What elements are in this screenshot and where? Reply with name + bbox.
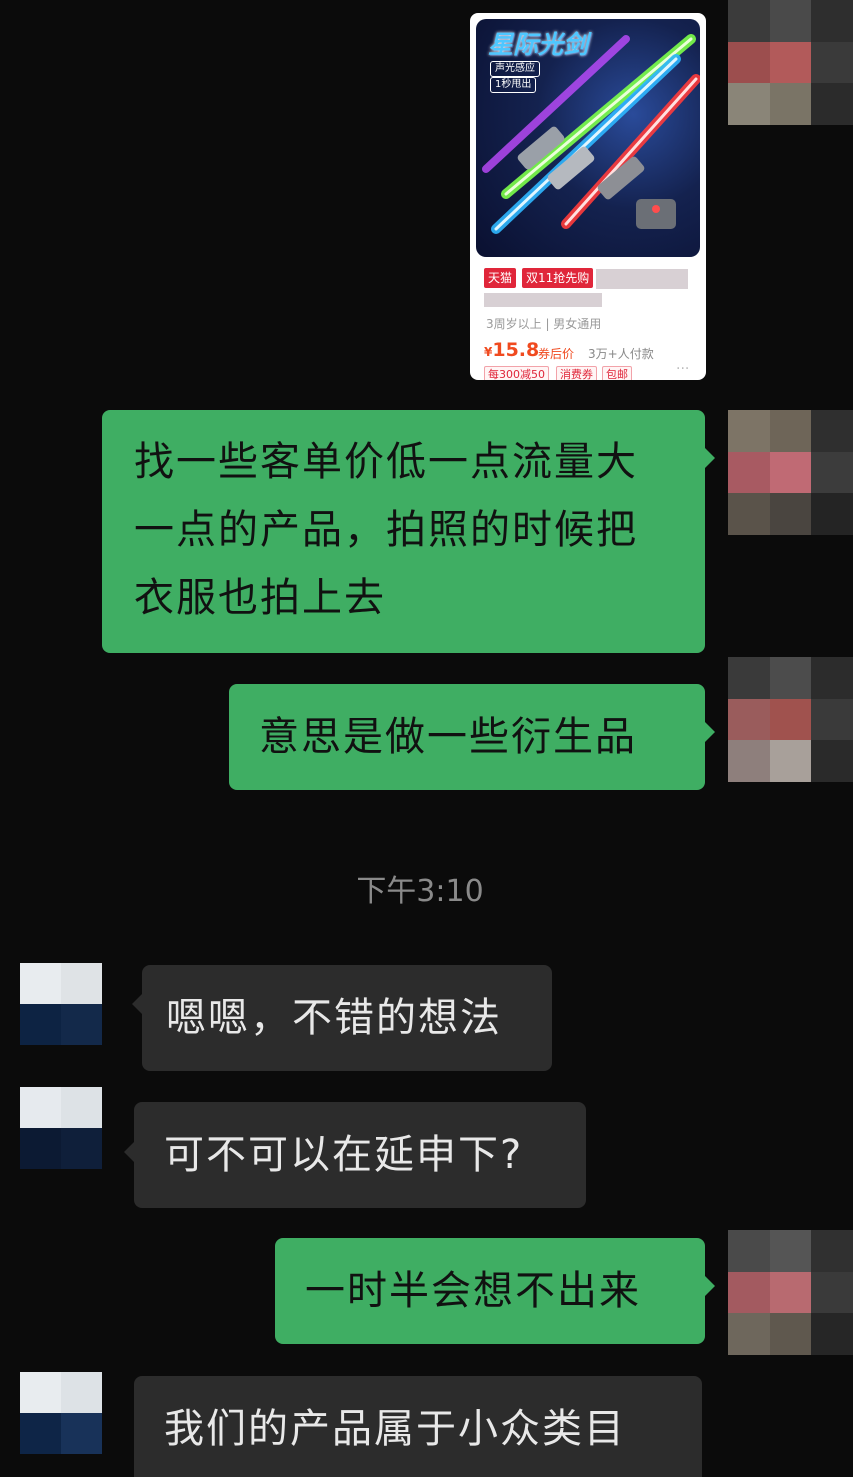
avatar-pixel — [728, 1271, 770, 1314]
avatar-pixel — [811, 1230, 853, 1272]
incoming-message[interactable]: 可不可以在延申下? — [134, 1102, 586, 1208]
price-value: 15.8 — [492, 339, 540, 361]
sales-count: 3万+人付款 — [588, 347, 654, 361]
blurred-title — [596, 269, 688, 289]
avatar-pixel — [769, 740, 812, 782]
outgoing-message[interactable]: 一时半会想不出来 — [275, 1238, 705, 1344]
avatar-pixel — [728, 0, 770, 42]
avatar-pixel — [769, 1230, 812, 1272]
self-avatar[interactable] — [728, 657, 853, 782]
coupon-tag: 每300减50 — [484, 366, 549, 380]
bubble-tail — [124, 1142, 134, 1162]
avatar-pixel — [769, 0, 812, 42]
avatar-pixel — [811, 41, 853, 84]
avatar-pixel — [61, 1087, 102, 1128]
self-avatar[interactable] — [728, 1230, 853, 1355]
avatar-pixel — [61, 1413, 102, 1454]
product-image-tag: 声光感应 — [490, 61, 540, 77]
avatar-pixel — [728, 1313, 770, 1355]
avatar-pixel — [811, 410, 853, 452]
promo-badge: 双11抢先购 — [522, 268, 594, 288]
avatar-pixel — [769, 657, 812, 699]
avatar-pixel — [811, 0, 853, 42]
avatar-pixel — [20, 1004, 61, 1045]
contact-avatar[interactable] — [20, 1372, 102, 1454]
avatar-pixel — [61, 1128, 102, 1169]
avatar-pixel — [20, 1087, 61, 1128]
price-note: 券后价 — [538, 347, 575, 361]
avatar-pixel — [811, 1271, 853, 1314]
bubble-tail — [132, 994, 142, 1014]
avatar-pixel — [811, 451, 853, 494]
product-image-tag: 1秒甩出 — [490, 77, 537, 93]
more-icon[interactable]: ··· — [676, 361, 689, 377]
message-timestamp: 下午3:10 — [356, 874, 484, 909]
product-image-title: 星际光剑 — [488, 30, 589, 59]
avatar-pixel — [20, 963, 61, 1004]
avatar-pixel — [20, 1372, 61, 1413]
avatar-pixel — [769, 83, 812, 125]
contact-avatar[interactable] — [20, 963, 102, 1045]
avatar-pixel — [728, 451, 770, 494]
avatar-pixel — [811, 657, 853, 699]
bubble-tail — [705, 1276, 715, 1296]
avatar-pixel — [728, 41, 770, 84]
product-meta: 3周岁以上 | 男女通用 — [486, 317, 602, 331]
message-text: 意思是做一些衍生品 — [259, 714, 637, 760]
avatar-pixel — [61, 1372, 102, 1413]
bubble-tail — [705, 722, 715, 742]
avatar-pixel — [811, 698, 853, 741]
product-card[interactable]: 星际光剑 声光感应 1秒甩出 天猫 双11抢先购 3周岁以上 | 男女通用 ¥1… — [470, 13, 706, 380]
message-text: 一时半会想不出来 — [305, 1268, 641, 1314]
avatar-pixel — [769, 1313, 812, 1355]
message-text: 找一些客单价低一点流量大一点的产品，拍照的时候把衣服也拍上去 — [134, 439, 638, 621]
avatar-pixel — [728, 410, 770, 452]
avatar-pixel — [811, 493, 853, 535]
self-avatar[interactable] — [728, 410, 853, 535]
avatar-pixel — [769, 493, 812, 535]
avatar-pixel — [769, 698, 812, 741]
incoming-message[interactable]: 我们的产品属于小众类目 — [134, 1376, 702, 1477]
coupon-tag: 消费券 — [556, 366, 597, 380]
outgoing-message[interactable]: 意思是做一些衍生品 — [229, 684, 705, 790]
avatar-pixel — [728, 1230, 770, 1272]
avatar-pixel — [769, 451, 812, 494]
avatar-pixel — [728, 698, 770, 741]
product-price: ¥15.8 — [484, 339, 539, 361]
avatar-pixel — [728, 83, 770, 125]
avatar-pixel — [61, 963, 102, 1004]
avatar-pixel — [20, 1128, 61, 1169]
message-text: 嗯嗯，不错的想法 — [166, 995, 502, 1041]
avatar-pixel — [728, 740, 770, 782]
outgoing-message[interactable]: 找一些客单价低一点流量大一点的产品，拍照的时候把衣服也拍上去 — [102, 410, 705, 653]
avatar-pixel — [61, 1004, 102, 1045]
contact-avatar[interactable] — [20, 1087, 102, 1169]
message-text: 可不可以在延申下? — [164, 1132, 524, 1178]
blurred-title-line — [484, 293, 602, 307]
avatar-pixel — [811, 83, 853, 125]
avatar-pixel — [728, 657, 770, 699]
incoming-message[interactable]: 嗯嗯，不错的想法 — [142, 965, 552, 1071]
coupon-tag: 包邮 — [602, 366, 632, 380]
avatar-pixel — [728, 493, 770, 535]
avatar-pixel — [20, 1413, 61, 1454]
tmall-badge: 天猫 — [484, 268, 517, 288]
avatar-pixel — [811, 1313, 853, 1355]
product-image: 星际光剑 声光感应 1秒甩出 — [476, 19, 700, 257]
message-text: 我们的产品属于小众类目 — [164, 1406, 626, 1452]
avatar-pixel — [769, 1271, 812, 1314]
self-avatar[interactable] — [728, 0, 853, 125]
avatar-pixel — [769, 41, 812, 84]
avatar-pixel — [769, 410, 812, 452]
avatar-pixel — [811, 740, 853, 782]
bubble-tail — [705, 448, 715, 468]
